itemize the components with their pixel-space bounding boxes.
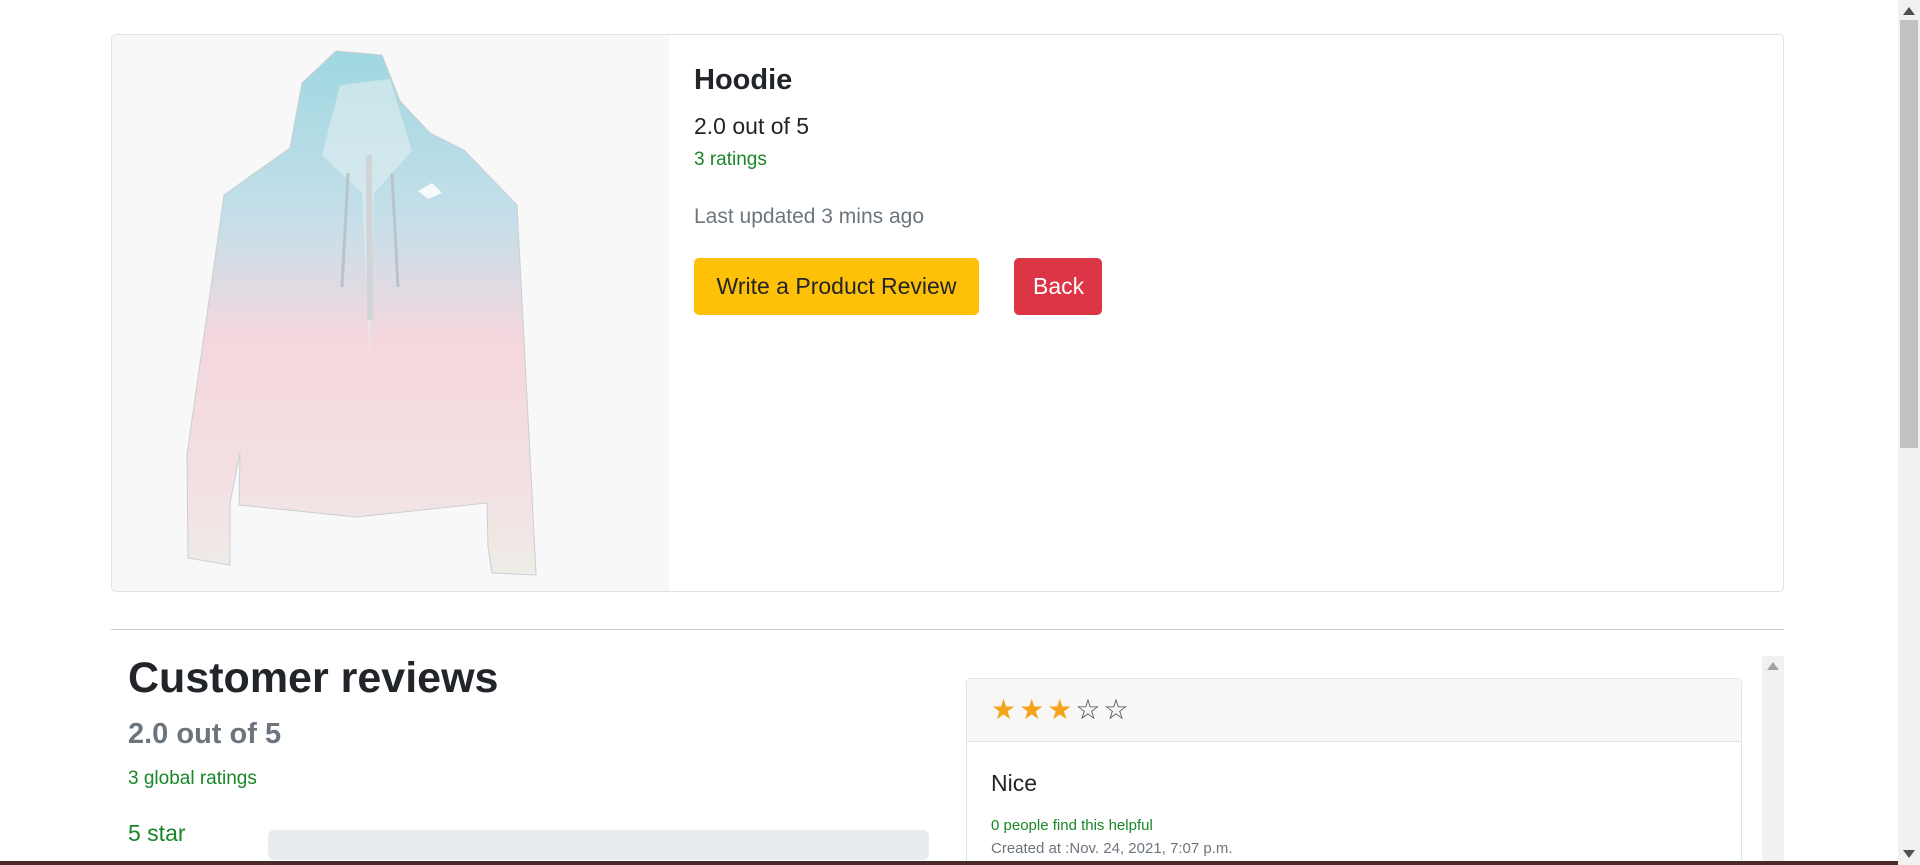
- scroll-down-arrow-icon[interactable]: [1903, 850, 1915, 858]
- bottom-edge: [0, 861, 1898, 865]
- star-filled-icon: ★: [1047, 694, 1073, 725]
- review-card: ★ ★ ★ ☆ ☆ Nice 0 people find this helpful Cr…: [966, 678, 1742, 865]
- star-row-label[interactable]: 5 star: [128, 820, 186, 847]
- star-empty-icon: ☆: [1103, 694, 1129, 725]
- star-empty-icon: ☆: [1075, 694, 1101, 725]
- scroll-up-arrow-icon[interactable]: [1903, 7, 1915, 15]
- scrollbar-thumb[interactable]: [1900, 20, 1918, 448]
- review-title: Nice: [991, 770, 1038, 796]
- page-scrollbar[interactable]: [1898, 0, 1920, 865]
- review-body: Nice 0 people find this helpful Created …: [967, 770, 1741, 857]
- product-title: Hoodie: [694, 64, 793, 96]
- write-review-button[interactable]: Write a Product Review: [694, 258, 979, 315]
- star-filled-icon: ★: [991, 694, 1017, 725]
- hoodie-icon: [186, 50, 537, 576]
- divider: [111, 629, 1784, 630]
- reviews-heading: Customer reviews: [128, 654, 499, 702]
- global-ratings: 3 global ratings: [128, 768, 257, 789]
- product-card: Hoodie 2.0 out of 5 3 ratings Last updat…: [111, 34, 1784, 592]
- reviews-average: 2.0 out of 5: [128, 718, 282, 750]
- review-stars: ★ ★ ★ ☆ ☆: [967, 679, 1741, 742]
- product-rating: 2.0 out of 5: [694, 113, 810, 139]
- product-image: [112, 35, 669, 591]
- product-ratings-count: 3 ratings: [694, 149, 767, 170]
- page: Hoodie 2.0 out of 5 3 ratings Last updat…: [0, 0, 1898, 865]
- review-helpful: 0 people find this helpful: [991, 817, 1153, 834]
- product-info: Hoodie 2.0 out of 5 3 ratings Last updat…: [694, 35, 1783, 591]
- star-filled-icon: ★: [1019, 694, 1045, 725]
- scroll-up-icon[interactable]: [1767, 662, 1779, 670]
- review-created: Created at :Nov. 24, 2021, 7:07 p.m.: [991, 840, 1233, 857]
- star-progress-bar: [268, 830, 929, 860]
- back-button[interactable]: Back: [1014, 258, 1102, 315]
- reviews-scrollbar[interactable]: [1762, 656, 1784, 865]
- last-updated: Last updated 3 mins ago: [694, 205, 924, 228]
